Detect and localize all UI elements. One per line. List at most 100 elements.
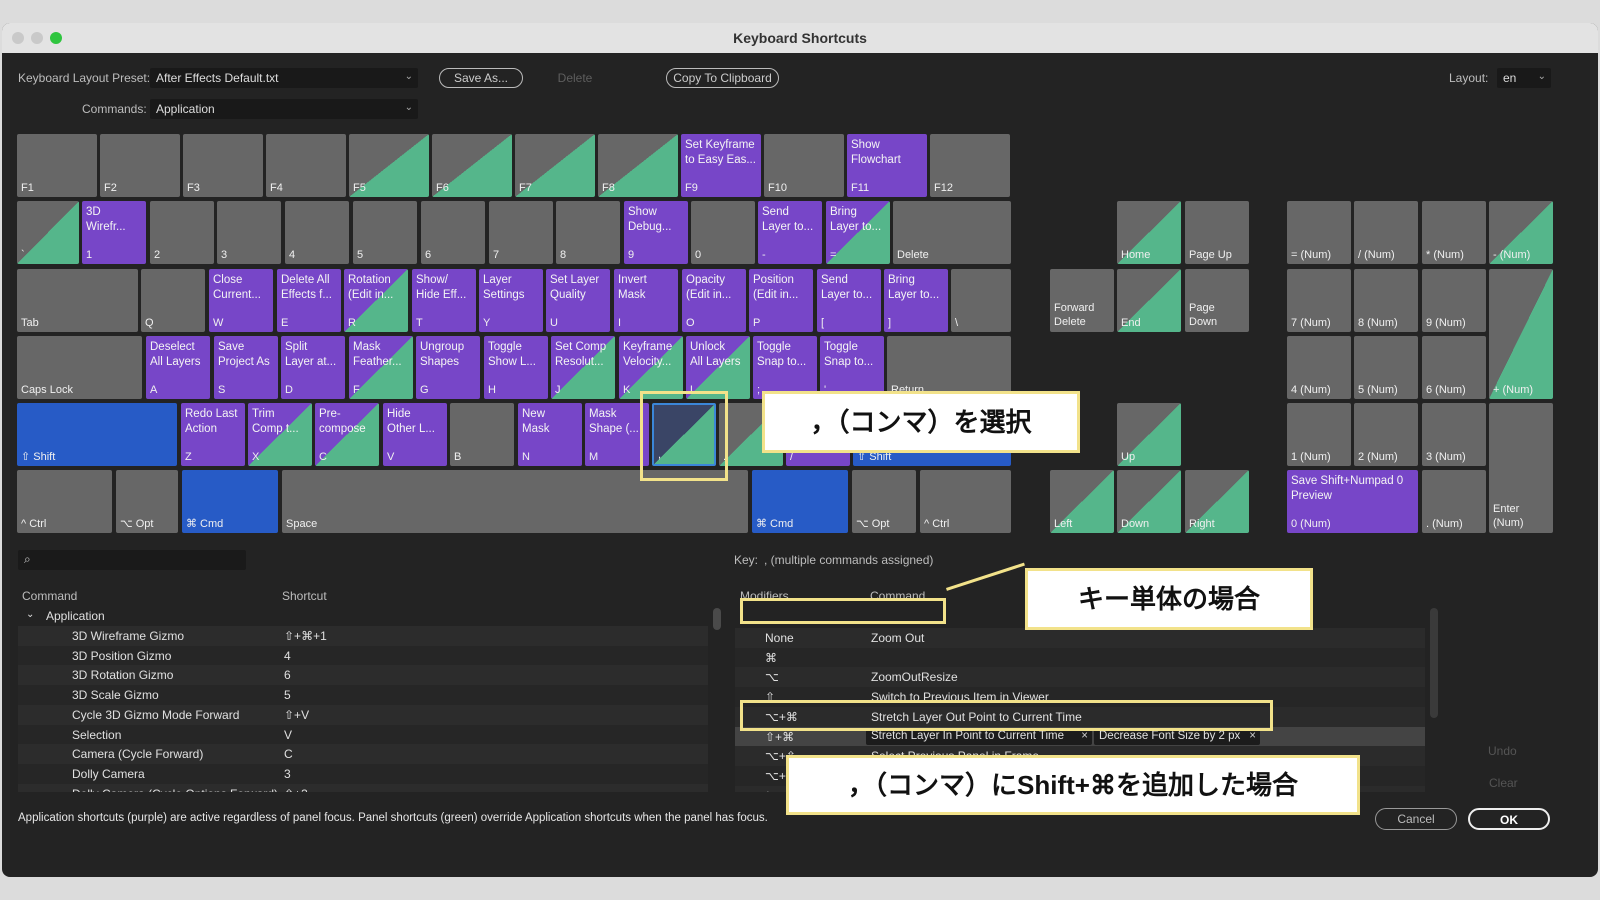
key-right[interactable]: Right xyxy=(1185,470,1249,533)
key-9-num[interactable]: 9 (Num) xyxy=(1422,269,1486,332)
key-opt[interactable]: ⌥ Opt xyxy=(116,470,178,533)
cancel-button[interactable]: Cancel xyxy=(1375,808,1457,830)
key-v[interactable]: Hide Other L... V xyxy=(383,403,447,466)
key-7-num[interactable]: 7 (Num) xyxy=(1287,269,1351,332)
key-symbol[interactable]: ` xyxy=(17,201,79,264)
key-num[interactable]: + (Num) xyxy=(1489,269,1553,399)
key-f3[interactable]: F3 xyxy=(183,134,263,197)
key-caps-lock[interactable]: Caps Lock xyxy=(17,336,142,399)
key-2-num[interactable]: 2 (Num) xyxy=(1354,403,1418,466)
key-return[interactable]: Return xyxy=(887,336,1011,399)
modifier-row[interactable]: ⌥+⌘ Stretch Layer Out Point to Current Ti… xyxy=(735,706,1425,727)
key-3-num[interactable]: 3 (Num) xyxy=(1422,403,1486,466)
modifier-row[interactable]: None Zoom Out xyxy=(735,628,1425,648)
chevron-down-icon[interactable]: ⌄ xyxy=(26,609,34,620)
table-row[interactable]: Cycle 3D Gizmo Mode Forward ⇧+V xyxy=(18,704,708,725)
key-tab[interactable]: Tab xyxy=(17,269,138,332)
key-f9[interactable]: Set Keyframe to Easy Eas... F9 xyxy=(681,134,761,197)
commands-dropdown[interactable]: Application ⌄ xyxy=(150,99,418,119)
key-m[interactable]: Mask Shape (... M xyxy=(585,403,649,466)
key-5[interactable]: 5 xyxy=(353,201,417,264)
key-n[interactable]: New Mask N xyxy=(518,403,582,466)
key-h[interactable]: Toggle Show L... H xyxy=(484,336,548,399)
key-delete[interactable]: Delete xyxy=(893,201,1011,264)
key-2[interactable]: 2 xyxy=(150,201,214,264)
key-num[interactable]: * (Num) xyxy=(1422,201,1486,264)
key-left[interactable]: Left xyxy=(1050,470,1114,533)
table-row[interactable]: Dolly Camera 3 xyxy=(18,763,708,784)
key-k[interactable]: Keyframe Velocity... K xyxy=(619,336,683,399)
key-z[interactable]: Redo Last Action Z xyxy=(181,403,245,466)
save-as-button[interactable]: Save As... xyxy=(439,68,523,88)
table-row[interactable]: 3D Wireframe Gizmo ⇧+⌘+1 xyxy=(18,626,708,646)
key-page-down[interactable]: Page Down xyxy=(1185,269,1249,332)
key-f10[interactable]: F10 xyxy=(764,134,844,197)
key-page-up[interactable]: Page Up xyxy=(1185,201,1249,264)
key-f7[interactable]: F7 xyxy=(515,134,595,197)
key-symbol[interactable]: Toggle Snap to... ' xyxy=(820,336,884,399)
key-e[interactable]: Delete All Effects f... E xyxy=(277,269,341,332)
key-o[interactable]: Opacity (Edit in... O xyxy=(682,269,746,332)
key-up[interactable]: Up xyxy=(1117,403,1181,466)
copy-to-clipboard-button[interactable]: Copy To Clipboard xyxy=(666,68,779,88)
key-c[interactable]: Pre- compose C xyxy=(315,403,379,466)
key-0-num[interactable]: Save Shift+Numpad 0 Preview 0 (Num) xyxy=(1287,470,1418,533)
key-forward-delete[interactable]: Forward Delete xyxy=(1050,269,1114,332)
key-w[interactable]: Close Current... W xyxy=(209,269,273,332)
command-chip[interactable]: Decrease Font Size by 2 px × xyxy=(1094,728,1260,745)
key-x[interactable]: Trim Comp t... X xyxy=(248,403,312,466)
key-y[interactable]: Layer Settings Y xyxy=(479,269,543,332)
table-row[interactable]: 3D Rotation Gizmo 6 xyxy=(18,665,708,686)
key-l[interactable]: Unlock All Layers L xyxy=(686,336,750,399)
key-d[interactable]: Split Layer at... D xyxy=(281,336,345,399)
assignments-scrollbar[interactable] xyxy=(1430,608,1438,718)
key-f12[interactable]: F12 xyxy=(930,134,1010,197)
key-1[interactable]: 3D Wirefr... 1 xyxy=(82,201,146,264)
key-symbol[interactable]: Send Layer to... [ xyxy=(817,269,881,332)
key-f1[interactable]: F1 xyxy=(17,134,97,197)
key-num[interactable]: = (Num) xyxy=(1287,201,1351,264)
key-f2[interactable]: F2 xyxy=(100,134,180,197)
key-a[interactable]: Deselect All Layers A xyxy=(146,336,210,399)
key-home[interactable]: Home xyxy=(1117,201,1181,264)
key-symbol[interactable]: Toggle Snap to...; xyxy=(753,336,817,399)
key-symbol[interactable]: Bring Layer to...] xyxy=(884,269,948,332)
key-i[interactable]: Invert Mask I xyxy=(614,269,678,332)
key-u[interactable]: Set Layer Quality U xyxy=(546,269,610,332)
key-6[interactable]: 6 xyxy=(421,201,485,264)
key-9[interactable]: Show Debug... 9 xyxy=(624,201,688,264)
key-f5[interactable]: F5 xyxy=(349,134,429,197)
key-symbol[interactable]: \ xyxy=(951,269,1011,332)
key-num[interactable]: / (Num) xyxy=(1354,201,1418,264)
key-r[interactable]: Rotation (Edit in... R xyxy=(344,269,408,332)
undo-button[interactable]: Undo xyxy=(1488,744,1517,758)
remove-icon[interactable]: × xyxy=(1249,730,1256,742)
preset-dropdown[interactable]: After Effects Default.txt ⌄ xyxy=(150,68,418,88)
key-symbol[interactable]: , xyxy=(652,403,716,466)
key-3[interactable]: 3 xyxy=(217,201,281,264)
table-row[interactable]: Dolly Camera (Cycle Options Forward) ⇧+3 xyxy=(18,783,708,792)
modifier-row[interactable]: ⇧+⌘ Stretch Layer In Point to Current Tim… xyxy=(735,726,1425,747)
key-enter-num[interactable]: Enter (Num) xyxy=(1489,403,1553,533)
command-column-header[interactable]: Command xyxy=(22,589,77,603)
key-b[interactable]: B xyxy=(450,403,514,466)
key-cmd[interactable]: ⌘ Cmd xyxy=(752,470,848,533)
table-row[interactable]: 3D Scale Gizmo 5 xyxy=(18,685,708,706)
layout-dropdown[interactable]: en ⌄ xyxy=(1497,68,1551,88)
key-symbol[interactable]: Bring Layer to... = xyxy=(826,201,890,264)
key-space[interactable]: Space xyxy=(282,470,748,533)
key-s[interactable]: Save Project As S xyxy=(214,336,278,399)
key-1-num[interactable]: 1 (Num) xyxy=(1287,403,1351,466)
key-down[interactable]: Down xyxy=(1117,470,1181,533)
modifier-row[interactable]: ⇧ Switch to Previous Item in Viewer xyxy=(735,687,1425,708)
key-f8[interactable]: F8 xyxy=(598,134,678,197)
modifier-row[interactable]: ⌥ ZoomOutResize xyxy=(735,667,1425,688)
key-p[interactable]: Position (Edit in... P xyxy=(749,269,813,332)
key-6-num[interactable]: 6 (Num) xyxy=(1422,336,1486,399)
key-0[interactable]: 0 xyxy=(691,201,755,264)
key-ctrl[interactable]: ^ Ctrl xyxy=(17,470,112,533)
ok-button[interactable]: OK xyxy=(1468,808,1550,830)
command-search-input[interactable]: ⌕ xyxy=(18,550,246,570)
key-f11[interactable]: Show Flowchart F11 xyxy=(847,134,927,197)
key-num[interactable]: . (Num) xyxy=(1422,470,1486,533)
